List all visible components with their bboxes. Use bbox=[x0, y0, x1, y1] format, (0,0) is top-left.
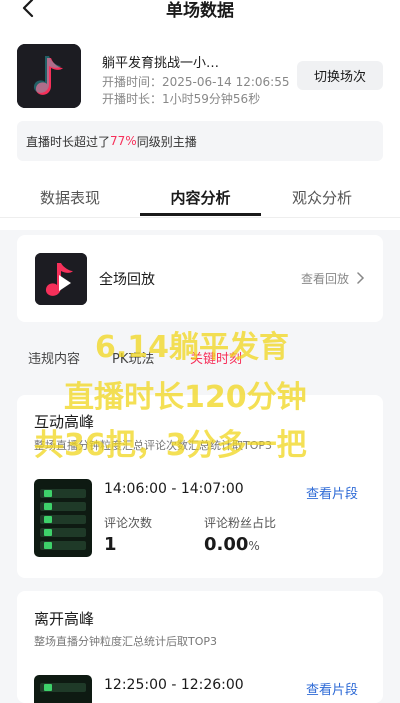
duration: 开播时长：1小时59分钟56秒 bbox=[102, 90, 260, 107]
view-clip-link[interactable]: 查看片段 bbox=[306, 679, 358, 698]
clip-time-range: 12:25:00 - 12:26:00 bbox=[104, 677, 244, 693]
section-subtitle: 整场直播分钟粒度汇总统计后取TOP3 bbox=[34, 635, 218, 648]
fan-ratio-number: 0.00 bbox=[204, 534, 249, 555]
duration-value: 1小时59分钟56秒 bbox=[162, 92, 261, 106]
fan-ratio-value: 0.00% bbox=[204, 534, 260, 555]
thumb-dot bbox=[44, 529, 52, 536]
overlay-caption-line3: 共36把，3分多一把 bbox=[34, 428, 307, 463]
fan-ratio-unit: % bbox=[248, 539, 260, 553]
thumb-dot bbox=[44, 516, 52, 523]
chevron-right-icon bbox=[357, 272, 365, 284]
subtab-violations[interactable]: 违规内容 bbox=[28, 348, 80, 367]
thumb-dot bbox=[44, 503, 52, 510]
clip-time-range: 14:06:00 - 14:07:00 bbox=[104, 481, 244, 497]
clip-thumbnail[interactable] bbox=[34, 479, 92, 557]
rank-suffix: 同级别主播 bbox=[136, 134, 197, 149]
page-title: 单场数据 bbox=[166, 1, 234, 21]
switch-session-button[interactable]: 切换场次 bbox=[297, 61, 383, 90]
comment-count-label: 评论次数 bbox=[104, 516, 153, 530]
tab-bar: 数据表现 内容分析 观众分析 bbox=[0, 178, 400, 218]
tab-content-analysis[interactable]: 内容分析 bbox=[140, 178, 261, 216]
rank-percent: 77% bbox=[110, 134, 137, 148]
clip-thumbnail[interactable] bbox=[34, 675, 92, 703]
tab-audience-analysis[interactable]: 观众分析 bbox=[261, 178, 383, 216]
divider bbox=[0, 217, 400, 218]
overlay-caption-line2: 直播时长120分钟 bbox=[64, 380, 307, 415]
session-cover bbox=[17, 44, 81, 108]
music-note-icon bbox=[17, 44, 81, 108]
replay-label: 全场回放 bbox=[99, 272, 155, 288]
start-time-label: 开播时间： bbox=[102, 75, 163, 89]
start-time-value: 2025-06-14 12:06:55 bbox=[162, 75, 290, 89]
tab-data-performance[interactable]: 数据表现 bbox=[0, 178, 140, 216]
rank-prefix: 直播时长超过了 bbox=[26, 134, 111, 149]
overlay-caption-line1: 6.14躺平发育 bbox=[95, 330, 290, 365]
thumb-dot bbox=[44, 684, 52, 691]
thumb-dot bbox=[44, 542, 52, 549]
view-clip-link[interactable]: 查看片段 bbox=[306, 483, 358, 502]
rank-banner: 直播时长超过了 77% 同级别主播 bbox=[17, 121, 383, 161]
active-tab-indicator bbox=[140, 213, 261, 216]
section-title: 离开高峰 bbox=[34, 610, 95, 628]
view-replay-link[interactable]: 查看回放 bbox=[301, 270, 349, 287]
replay-thumbnail bbox=[35, 253, 87, 305]
play-icon bbox=[35, 253, 87, 305]
duration-label: 开播时长： bbox=[102, 92, 163, 106]
session-name: 躺平发育挑战一小… bbox=[102, 56, 220, 71]
thumb-dot bbox=[44, 490, 52, 497]
fan-ratio-label: 评论粉丝占比 bbox=[204, 516, 277, 530]
start-time: 开播时间：2025-06-14 12:06:55 bbox=[102, 73, 289, 90]
comment-count-value: 1 bbox=[104, 534, 117, 555]
